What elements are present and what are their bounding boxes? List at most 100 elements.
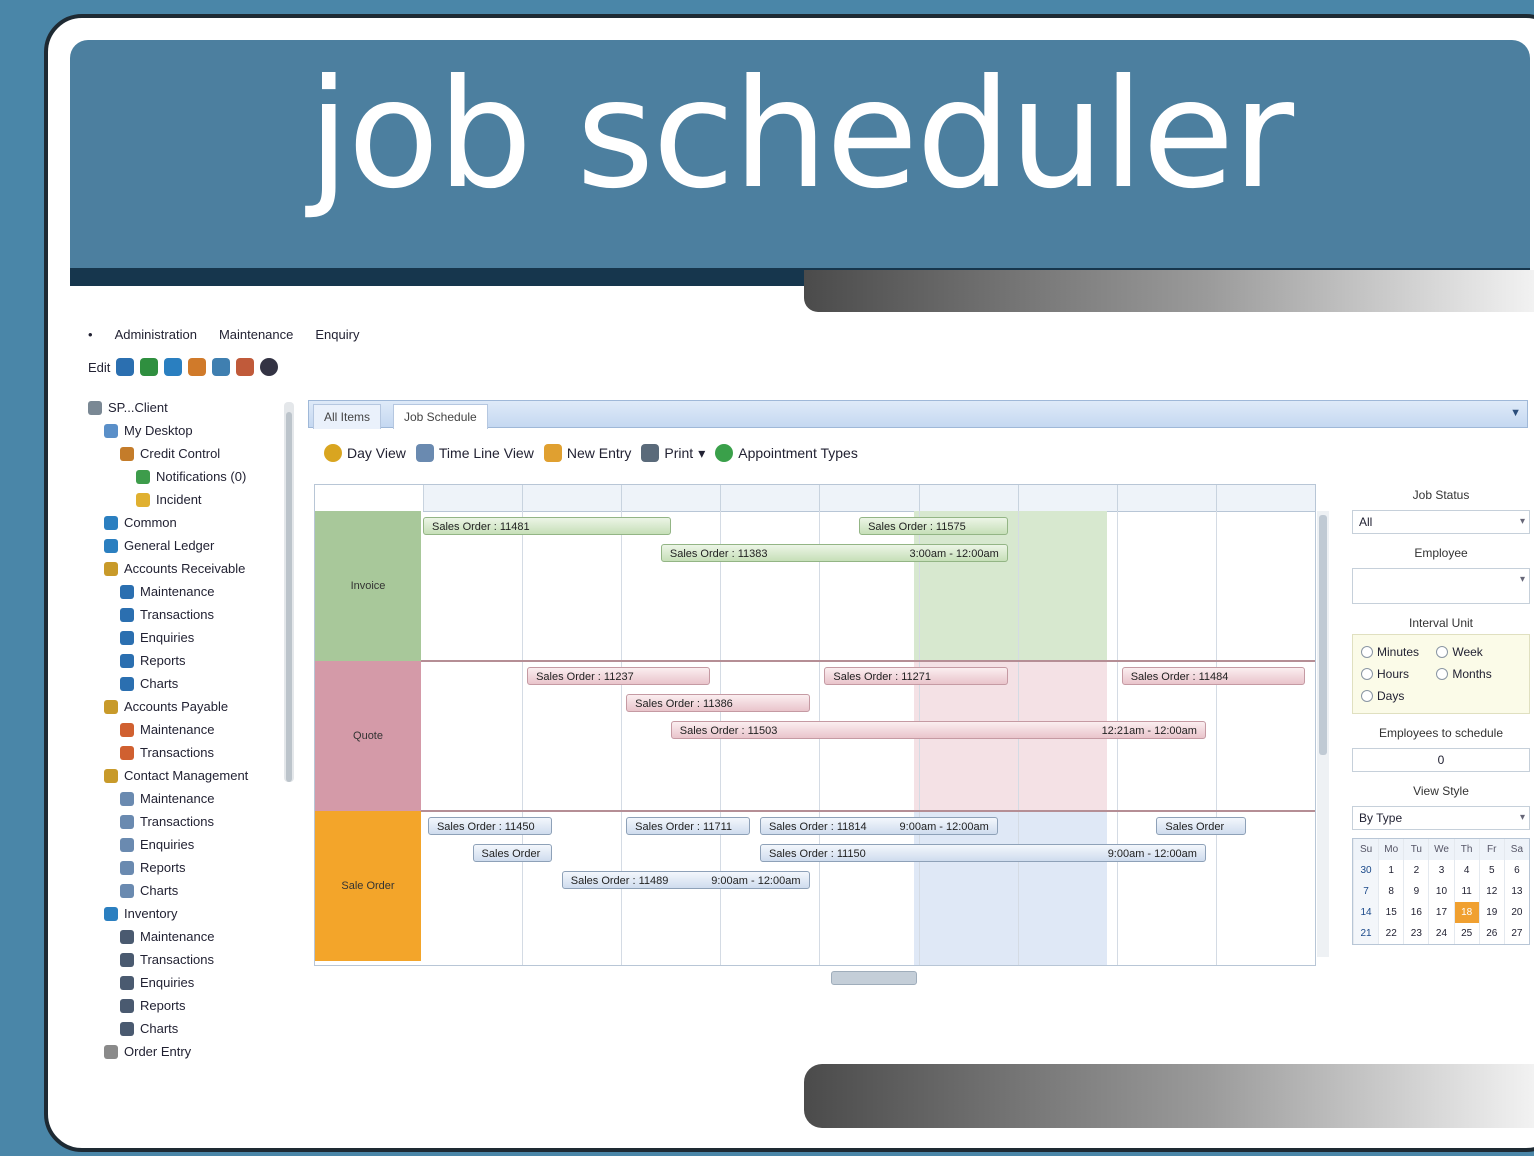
calendar-day[interactable]: 30: [1353, 860, 1379, 881]
employees-to-schedule-field[interactable]: 0: [1352, 748, 1530, 772]
grid-vscroll-thumb[interactable]: [1319, 515, 1327, 755]
timeline-grid[interactable]: Invoice Quote Sale Order Sales Order : 1148…: [314, 484, 1329, 985]
tree-node[interactable]: SP...Client: [88, 396, 278, 419]
users-icon[interactable]: [164, 358, 183, 376]
appointment[interactable]: Sales Order : 11237: [527, 667, 711, 685]
calendar-day[interactable]: 3: [1428, 860, 1453, 881]
tree-node[interactable]: Transactions: [88, 810, 278, 833]
tree-scroll-thumb[interactable]: [286, 412, 292, 782]
calendar-day[interactable]: 4: [1453, 860, 1479, 881]
tree-node[interactable]: General Ledger: [88, 534, 278, 557]
calendar-day[interactable]: 23: [1403, 923, 1428, 944]
calendar-day[interactable]: 8: [1378, 881, 1403, 902]
menu-maintenance[interactable]: Maintenance: [219, 327, 293, 342]
tree-node[interactable]: Reports: [88, 994, 278, 1017]
employee-select[interactable]: ▾: [1352, 568, 1530, 604]
tree-node[interactable]: Inventory: [88, 902, 278, 925]
calendar-day[interactable]: 21: [1353, 923, 1379, 944]
appointment[interactable]: Sales Order : 11383 3:00am - 12:00am: [660, 544, 1008, 562]
tree-node[interactable]: Transactions: [88, 948, 278, 971]
menu-enquiry[interactable]: Enquiry: [315, 327, 359, 342]
grid-horizontal-scroll-thumb[interactable]: [831, 971, 917, 985]
print-button[interactable]: Print ▾: [641, 444, 705, 462]
appointment[interactable]: Sales Order : 11814 9:00am - 12:00am: [759, 817, 998, 835]
appointment[interactable]: Sales Order: [472, 844, 552, 862]
tree-node[interactable]: Maintenance: [88, 718, 278, 741]
edit-label[interactable]: Edit: [88, 360, 110, 375]
tab-all-items[interactable]: All Items: [313, 404, 382, 429]
appointment[interactable]: Sales Order : 11481: [423, 517, 671, 535]
calendar-day[interactable]: 10: [1428, 881, 1453, 902]
view-style-select[interactable]: By Type ▾: [1352, 806, 1530, 830]
calendar-day[interactable]: 22: [1378, 923, 1403, 944]
job-status-select[interactable]: All ▾: [1352, 510, 1530, 534]
tree-node[interactable]: Accounts Payable: [88, 695, 278, 718]
tree-node[interactable]: Enquiries: [88, 626, 278, 649]
calendar-day[interactable]: 26: [1478, 923, 1504, 944]
tree-node[interactable]: Incident: [88, 488, 278, 511]
calendar-day[interactable]: 18: [1453, 902, 1479, 923]
appointment[interactable]: Sales Order : 11503 12:21am - 12:00am: [670, 721, 1206, 739]
tree-node[interactable]: Reports: [88, 856, 278, 879]
grid-vertical-scrollbar[interactable]: [1317, 511, 1329, 957]
tree-node[interactable]: Maintenance: [88, 580, 278, 603]
day-view-button[interactable]: Day View: [324, 444, 406, 462]
appointment-types-button[interactable]: Appointment Types: [715, 444, 858, 462]
appointment[interactable]: Sales Order : 11386: [626, 694, 810, 712]
tree-node[interactable]: Credit Control: [88, 442, 278, 465]
appointment[interactable]: Sales Order : 11450: [427, 817, 552, 835]
tree-node[interactable]: Transactions: [88, 741, 278, 764]
appointment[interactable]: Sales Order : 11484: [1121, 667, 1306, 685]
calendar-day[interactable]: 27: [1503, 923, 1529, 944]
tree-node[interactable]: My Desktop: [88, 419, 278, 442]
tree-node[interactable]: Order Entry: [88, 1040, 278, 1063]
tree-node[interactable]: Reports: [88, 649, 278, 672]
tree-node[interactable]: Transactions: [88, 603, 278, 626]
tree-node[interactable]: Common: [88, 511, 278, 534]
calendar-day[interactable]: 13: [1503, 881, 1529, 902]
calendar-day[interactable]: 20: [1503, 902, 1529, 923]
calendar-day[interactable]: 24: [1428, 923, 1453, 944]
appointment[interactable]: Sales Order : 11489 9:00am - 12:00am: [561, 871, 810, 889]
tab-job-schedule[interactable]: Job Schedule: [393, 404, 488, 429]
calendar-day[interactable]: 14: [1353, 902, 1379, 923]
calendar-day[interactable]: 2: [1403, 860, 1428, 881]
settings-icon[interactable]: [260, 358, 279, 376]
tree-node[interactable]: Charts: [88, 1017, 278, 1040]
calendar-day[interactable]: 25: [1453, 923, 1479, 944]
appointment[interactable]: Sales Order: [1156, 817, 1246, 835]
tree-node[interactable]: Notifications (0): [88, 465, 278, 488]
tree-node[interactable]: Maintenance: [88, 925, 278, 948]
appointment[interactable]: Sales Order : 11150 9:00am - 12:00am: [759, 844, 1206, 862]
interval-minutes-radio[interactable]: Minutes: [1361, 641, 1433, 663]
tree-node[interactable]: Contact Management: [88, 764, 278, 787]
calendar-day[interactable]: 7: [1353, 881, 1379, 902]
new-entry-button[interactable]: New Entry: [543, 444, 631, 462]
appointment[interactable]: Sales Order : 11575: [859, 517, 1008, 535]
calendar-day[interactable]: 12: [1478, 881, 1504, 902]
tree-node[interactable]: Charts: [88, 672, 278, 695]
appointment[interactable]: Sales Order : 11271: [824, 667, 1008, 685]
tools-icon[interactable]: [140, 358, 159, 376]
tree-scrollbar[interactable]: [284, 402, 294, 782]
tree-node[interactable]: Charts: [88, 879, 278, 902]
calendar-day[interactable]: 17: [1428, 902, 1453, 923]
calendar-day[interactable]: 19: [1478, 902, 1504, 923]
interval-days-radio[interactable]: Days: [1361, 685, 1433, 707]
calendar-day[interactable]: 11: [1453, 881, 1479, 902]
export-icon[interactable]: [188, 358, 207, 376]
print-icon[interactable]: [236, 358, 255, 376]
calendar-day[interactable]: 9: [1403, 881, 1428, 902]
tree-node[interactable]: Accounts Receivable: [88, 557, 278, 580]
calendar-day[interactable]: 6: [1503, 860, 1529, 881]
tree-node[interactable]: Enquiries: [88, 971, 278, 994]
calendar-day[interactable]: 15: [1378, 902, 1403, 923]
tab-list-chevron-icon[interactable]: ▼: [1510, 407, 1521, 419]
tree-node[interactable]: Maintenance: [88, 787, 278, 810]
menu-administration[interactable]: Administration: [115, 327, 197, 342]
interval-hours-radio[interactable]: Hours: [1361, 663, 1433, 685]
calendar-day[interactable]: 16: [1403, 902, 1428, 923]
window-icon[interactable]: [116, 358, 135, 376]
mini-calendar[interactable]: Su Mo Tu We Th Fr Sa 30 1 2 3 4 5 6 7 8 9 10 11 12 13 14 15 16 1…: [1352, 838, 1530, 945]
report-icon[interactable]: [212, 358, 231, 376]
